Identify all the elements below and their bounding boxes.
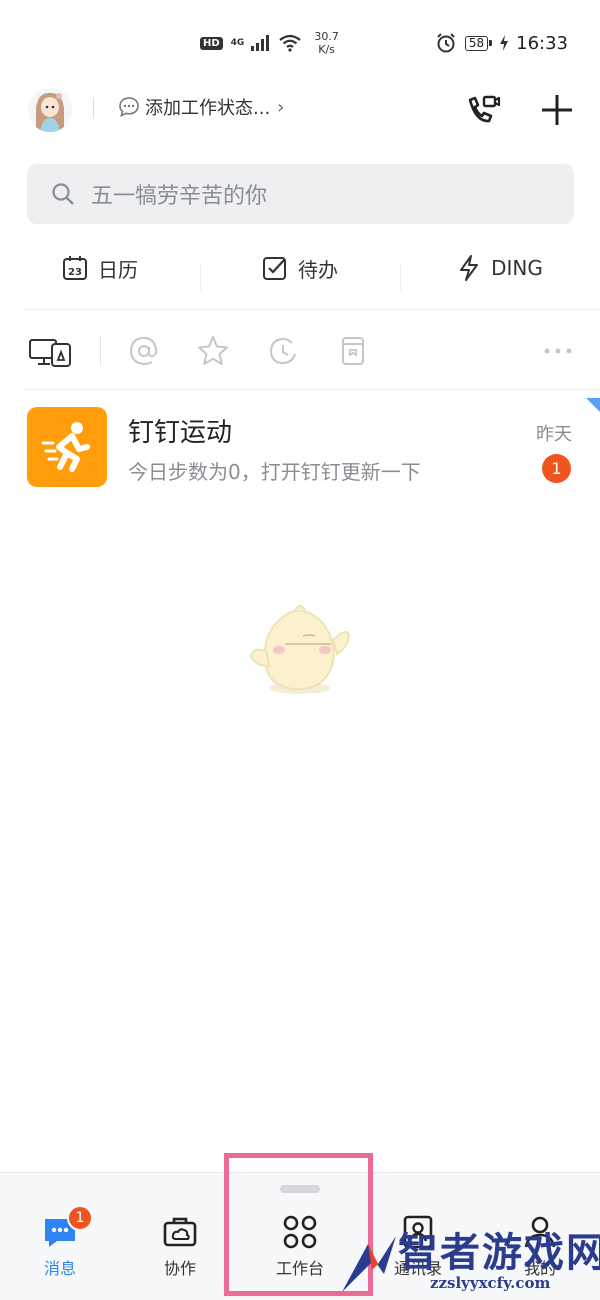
add-button[interactable] — [537, 90, 577, 130]
tab-calendar[interactable]: 23 日历 — [0, 254, 200, 283]
watermark: 智者游戏网 zzslyyxcfy.com — [330, 1218, 600, 1300]
video-call-button[interactable] — [462, 90, 502, 130]
conversation-item[interactable]: 钉钉运动 今日步数为0，打开钉钉更新一下 昨天 1 — [0, 398, 600, 498]
tab-todo[interactable]: 待办 — [200, 254, 400, 290]
search-icon — [52, 183, 74, 205]
mascot-illustration — [249, 605, 351, 694]
watermark-title: 智者游戏网 — [398, 1230, 600, 1276]
chat-bubble-icon — [119, 97, 139, 117]
phone-video-icon — [468, 95, 501, 123]
lightning-icon — [460, 255, 479, 281]
divider — [24, 309, 600, 310]
devices-icon[interactable] — [28, 334, 72, 368]
star-icon[interactable] — [196, 334, 230, 368]
divider — [24, 389, 600, 390]
work-status-button[interactable]: 添加工作状态... › — [118, 94, 284, 120]
mention-icon[interactable] — [127, 334, 161, 368]
tab-todo-label: 待办 — [298, 257, 338, 282]
network-speed-unit: K/s — [318, 43, 335, 56]
work-status-label: 添加工作状态... — [145, 98, 271, 119]
calendar-icon: 23 — [63, 256, 87, 280]
pinned-indicator — [586, 398, 600, 412]
unread-badge: 1 — [542, 454, 571, 483]
todo-check-icon — [263, 257, 286, 280]
conversation-time: 昨天 — [536, 424, 572, 445]
header-divider — [93, 98, 94, 118]
recent-icon[interactable] — [266, 334, 300, 368]
status-bar: HD 4G 30.7 K/s 58 16:33 — [0, 0, 600, 88]
tab-calendar-label: 日历 — [98, 257, 138, 282]
search-placeholder: 五一犒劳辛苦的你 — [91, 184, 268, 209]
nav-collaboration[interactable]: 协作 — [130, 1213, 230, 1279]
alarm-icon — [437, 33, 455, 53]
conversation-preview: 今日步数为0，打开钉钉更新一下 — [128, 460, 421, 484]
plus-icon — [542, 95, 572, 125]
status-right: 58 16:33 — [435, 32, 568, 54]
bookmark-icon[interactable] — [336, 334, 370, 368]
avatar[interactable] — [28, 88, 72, 132]
battery-level: 58 — [464, 35, 489, 51]
nav-messages-label: 消息 — [43, 1259, 76, 1278]
tab-ding-label: DING — [491, 256, 543, 280]
conversation-title: 钉钉运动 — [128, 418, 233, 448]
message-icon: 1 — [41, 1205, 93, 1251]
filter-separator — [100, 336, 101, 366]
network-speed-value: 30.7 — [314, 30, 339, 43]
watermark-url: zzslyyxcfy.com — [430, 1274, 551, 1292]
search-bar[interactable]: 五一犒劳辛苦的你 — [27, 164, 574, 224]
tab-ding[interactable]: DING — [400, 254, 600, 290]
battery-indicator: 58 — [464, 35, 493, 51]
charging-icon — [500, 35, 509, 51]
status-indicators: HD 4G 30.7 K/s — [200, 30, 339, 56]
calendar-day: 23 — [68, 267, 82, 278]
conversation-avatar — [27, 407, 107, 487]
signal-icon — [251, 35, 270, 51]
nav-messages[interactable]: 1 消息 — [10, 1205, 110, 1279]
nav-messages-badge: 1 — [67, 1205, 93, 1231]
app-header: 添加工作状态... › — [0, 86, 600, 136]
more-icon[interactable] — [541, 334, 575, 368]
nav-collaboration-label: 协作 — [163, 1259, 196, 1278]
running-icon — [41, 422, 90, 472]
briefcase-cloud-icon — [161, 1213, 199, 1251]
hd-badge: HD — [200, 36, 223, 50]
network-type: 4G — [230, 38, 245, 48]
chevron-right-icon: › — [277, 96, 285, 118]
network-speed: 30.7 K/s — [314, 30, 339, 56]
wifi-icon — [279, 34, 302, 52]
quick-tabs: 23 日历 待办 DING — [0, 244, 600, 292]
clock: 16:33 — [516, 32, 568, 54]
filter-row — [0, 328, 600, 374]
